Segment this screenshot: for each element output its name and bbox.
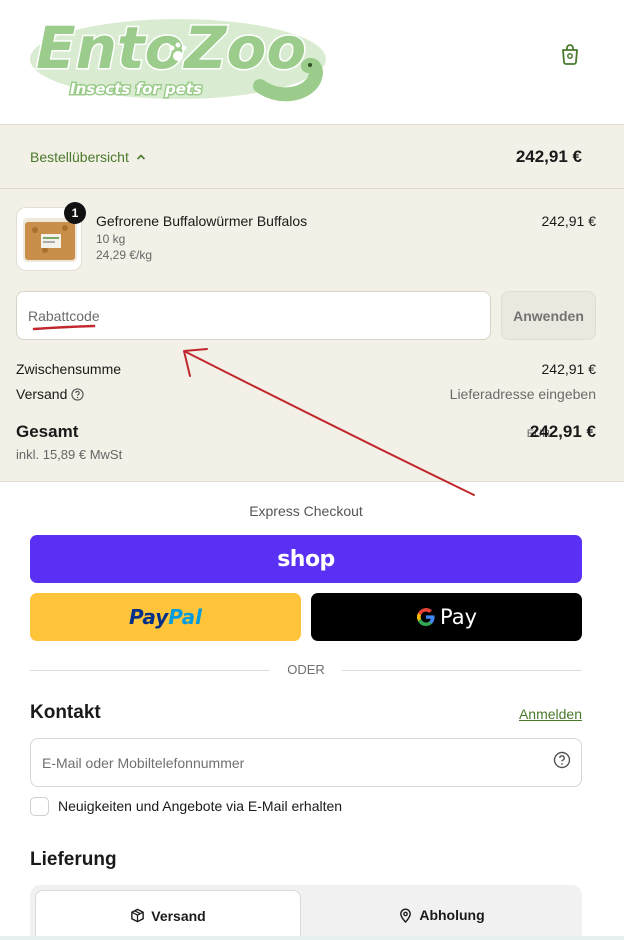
total-amount: 242,91 € bbox=[529, 422, 596, 441]
google-pay-button[interactable]: Pay bbox=[311, 593, 582, 641]
product-price: 242,91 € bbox=[541, 213, 597, 229]
newsletter-label[interactable]: Neuigkeiten und Angebote via E-Mail erha… bbox=[58, 798, 342, 814]
shopping-bag-icon[interactable] bbox=[558, 42, 582, 66]
delivery-method-tabs: Versand Abholung bbox=[30, 885, 582, 940]
email-or-phone-input[interactable] bbox=[30, 738, 582, 787]
order-summary-toggle[interactable]: Bestellübersicht bbox=[30, 149, 147, 165]
subtotal-value: 242,91 € bbox=[541, 361, 597, 377]
quantity-badge: 1 bbox=[64, 202, 86, 224]
order-summary-label: Bestellübersicht bbox=[30, 149, 129, 165]
product-unit-price: 24,29 €/kg bbox=[96, 248, 153, 262]
apply-discount-button[interactable]: Anwenden bbox=[501, 291, 596, 340]
tab-shipping[interactable]: Versand bbox=[35, 890, 301, 940]
contact-title: Kontakt bbox=[30, 702, 101, 723]
help-icon[interactable] bbox=[553, 751, 571, 769]
google-pay-label: Pay bbox=[439, 605, 478, 629]
help-icon[interactable] bbox=[71, 388, 85, 401]
order-summary-total: 242,91 € bbox=[515, 147, 582, 166]
paypal-button[interactable]: PayPal bbox=[30, 593, 301, 641]
divider-or-label: ODER bbox=[270, 662, 342, 677]
bottom-strip bbox=[0, 936, 624, 940]
paypal-logo-pal: Pal bbox=[168, 605, 203, 629]
location-pin-icon bbox=[400, 908, 412, 923]
google-g-icon bbox=[417, 608, 435, 626]
shipping-label: Versand bbox=[16, 386, 68, 402]
shop-pay-button[interactable]: shop bbox=[30, 535, 582, 583]
subtotal-label: Zwischensumme bbox=[16, 361, 122, 377]
order-summary-bar: Bestellübersicht 242,91 € bbox=[0, 124, 624, 189]
chevron-up-icon bbox=[136, 154, 145, 160]
shipping-value: Lieferadresse eingeben bbox=[449, 386, 596, 402]
order-summary-panel: 1 Gefrorene Buffalowürmer Buffalos 10 kg… bbox=[0, 189, 624, 482]
tab-pickup-label: Abholung bbox=[419, 907, 485, 923]
login-link[interactable]: Anmelden bbox=[519, 706, 582, 722]
express-checkout-title: Express Checkout bbox=[249, 503, 363, 519]
paypal-logo-pay: Pay bbox=[128, 605, 169, 629]
newsletter-checkbox[interactable] bbox=[30, 797, 49, 816]
box-icon bbox=[131, 908, 145, 923]
tab-shipping-label: Versand bbox=[151, 907, 206, 924]
delivery-title: Lieferung bbox=[30, 849, 117, 870]
shipping-row: Versand bbox=[16, 386, 85, 402]
discount-code-input[interactable] bbox=[16, 291, 491, 340]
product-variant: 10 kg bbox=[96, 232, 126, 246]
total-label: Gesamt bbox=[16, 422, 79, 441]
tab-pickup[interactable]: Abholung bbox=[306, 890, 577, 940]
svg-text:Insects for pets: Insects for pets bbox=[70, 80, 202, 98]
product-name: Gefrorene Buffalowürmer Buffalos bbox=[96, 213, 308, 229]
entozoo-logo[interactable]: EntoZoo Insects for pets bbox=[28, 4, 332, 108]
tax-note: inkl. 15,89 € MwSt bbox=[16, 447, 123, 462]
header: EntoZoo Insects for pets bbox=[0, 0, 624, 124]
